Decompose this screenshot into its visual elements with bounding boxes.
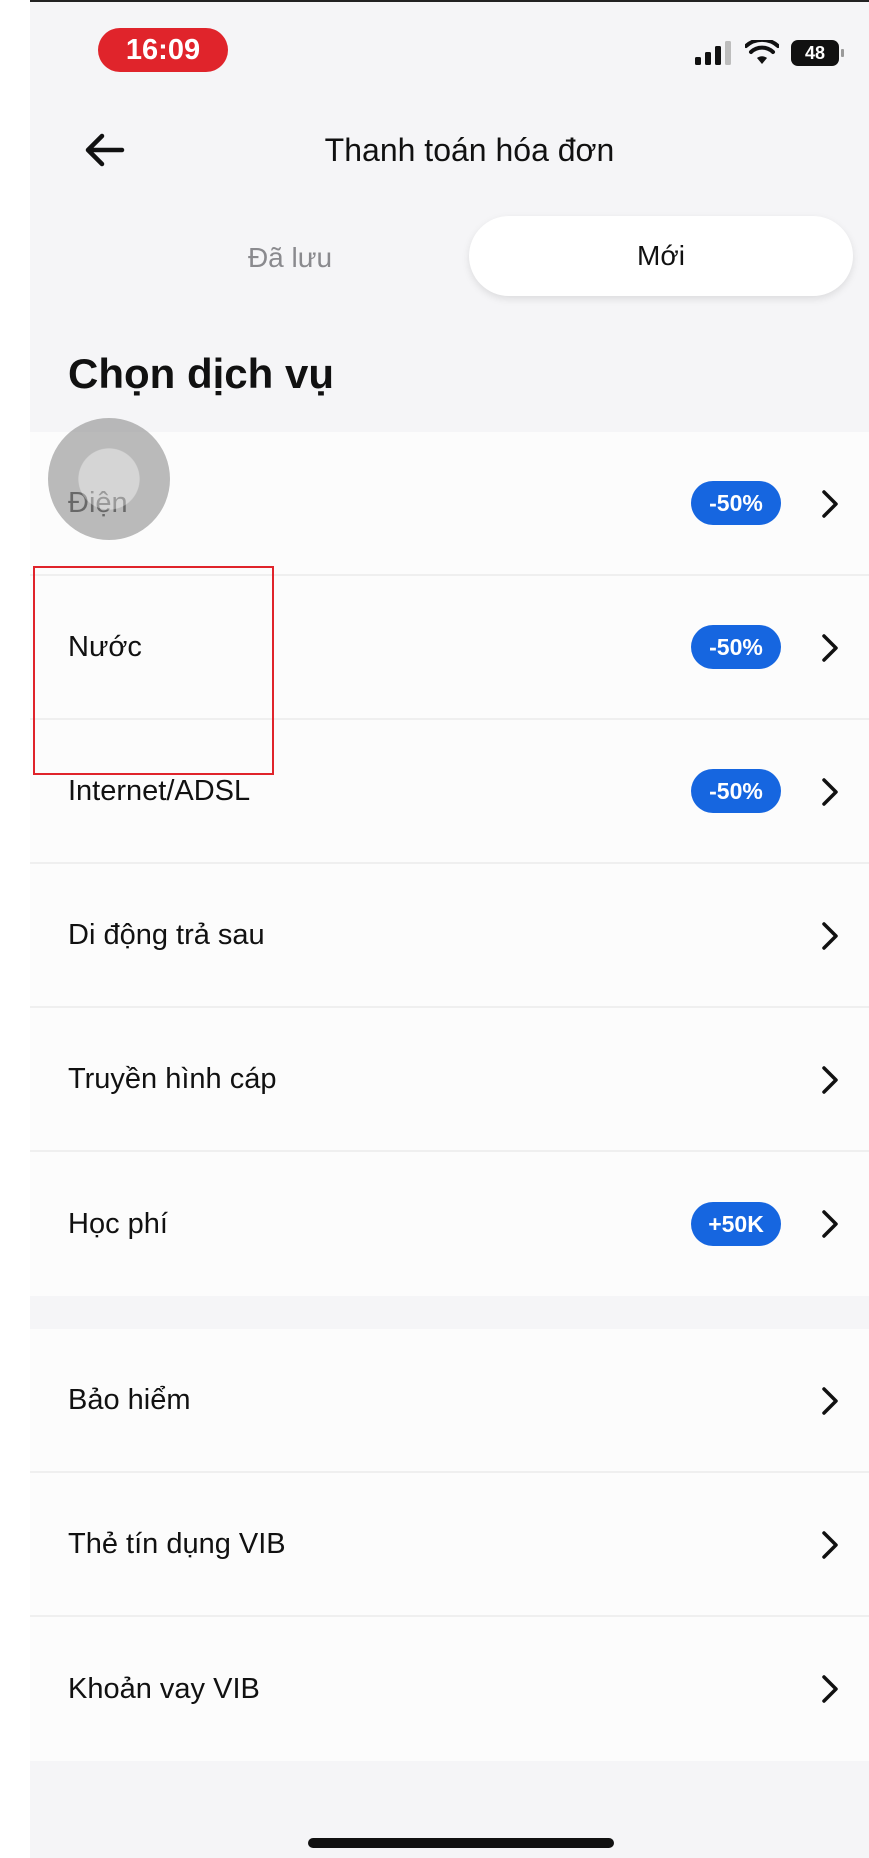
service-item-tuition[interactable]: Học phí +50K [30, 1152, 869, 1296]
chevron-right-icon [822, 490, 838, 518]
discount-badge: -50% [691, 625, 781, 669]
chevron-right-icon [822, 634, 838, 662]
chevron-right-icon [822, 1675, 838, 1703]
cellular-signal-icon [695, 41, 731, 65]
touch-indicator [48, 418, 170, 540]
service-item-insurance[interactable]: Bảo hiểm [30, 1329, 869, 1473]
tab-new[interactable]: Mới [469, 216, 853, 296]
chevron-right-icon [822, 1210, 838, 1238]
service-item-vib-loan[interactable]: Khoản vay VIB [30, 1617, 869, 1761]
tab-saved[interactable]: Đã lưu [120, 216, 460, 300]
chevron-right-icon [822, 1387, 838, 1415]
service-item-postpaid-mobile[interactable]: Di động trả sau [30, 864, 869, 1008]
chevron-right-icon [822, 922, 838, 950]
service-list-secondary: Bảo hiểm Thẻ tín dụng VIB Khoản vay VIB [30, 1329, 869, 1761]
service-label: Truyền hình cáp [68, 1062, 277, 1095]
service-label: Di động trả sau [68, 918, 265, 951]
section-title: Chọn dịch vụ [68, 350, 334, 397]
service-label: Bảo hiểm [68, 1383, 191, 1416]
status-time: 16:09 [98, 28, 228, 72]
status-icons: 48 [695, 40, 844, 66]
service-item-cable-tv[interactable]: Truyền hình cáp [30, 1008, 869, 1152]
tab-bar: Đã lưu Mới [30, 216, 869, 300]
wifi-icon [745, 40, 779, 64]
discount-badge: -50% [691, 769, 781, 813]
service-label: Thẻ tín dụng VIB [68, 1527, 286, 1560]
chevron-right-icon [822, 778, 838, 806]
service-list-primary: Điện -50% Nước -50% Internet/ADSL -50% D… [30, 432, 869, 1296]
service-label: Khoản vay VIB [68, 1672, 260, 1705]
home-indicator [308, 1838, 614, 1848]
chevron-right-icon [822, 1531, 838, 1559]
bonus-badge: +50K [691, 1202, 781, 1246]
page-title: Thanh toán hóa đơn [324, 132, 615, 168]
highlight-annotation-box [33, 566, 274, 775]
chevron-right-icon [822, 1066, 838, 1094]
phone-screen: 16:09 48 Thanh toán hóa đơn Đã lưu Mới C… [30, 0, 869, 1858]
discount-badge: -50% [691, 481, 781, 525]
battery-icon: 48 [791, 40, 844, 66]
service-item-vib-credit-card[interactable]: Thẻ tín dụng VIB [30, 1473, 869, 1617]
